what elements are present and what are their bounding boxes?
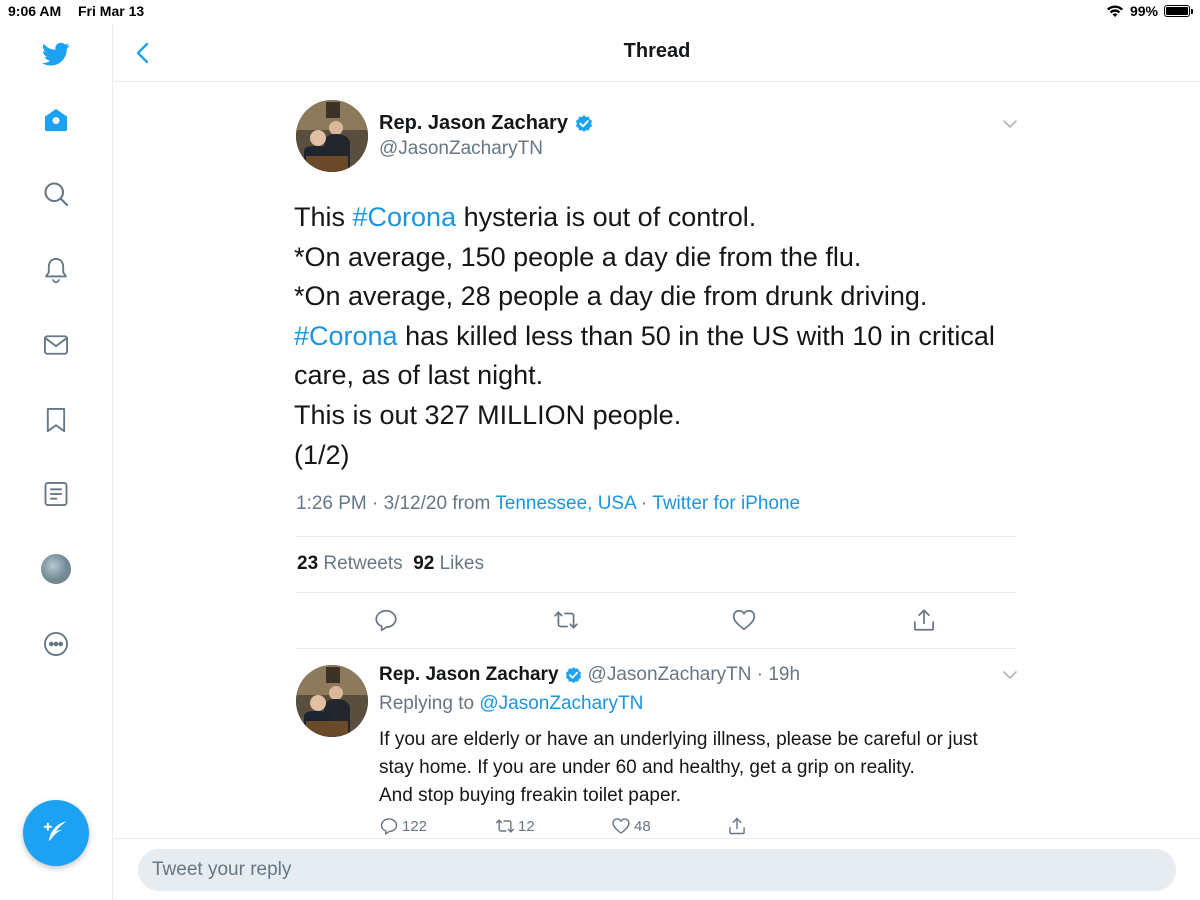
share-icon	[913, 609, 935, 631]
tweet-text-segment: This	[294, 202, 353, 232]
page-title: Thread	[623, 40, 691, 62]
verified-badge-icon	[565, 666, 581, 683]
reply-reply-button[interactable]: 122	[379, 816, 427, 836]
reply-composer-bar	[114, 838, 1200, 900]
author-avatar[interactable]	[296, 100, 368, 172]
chevron-down-icon[interactable]	[1000, 114, 1020, 134]
battery-icon	[1164, 5, 1193, 17]
replying-to-link[interactable]: @JasonZacharyTN	[479, 693, 643, 714]
twitter-logo-icon[interactable]	[38, 36, 74, 72]
sidebar	[0, 24, 113, 900]
chevron-down-icon[interactable]	[1000, 665, 1020, 685]
retweet-button[interactable]	[546, 600, 586, 640]
share-icon	[729, 817, 745, 835]
status-right: 99%	[1106, 3, 1193, 19]
tweet-stats: 23 Retweets 92 Likes	[297, 553, 484, 575]
reply-text: If you are elderly or have an underlying…	[379, 726, 1019, 810]
tweet-timestamp[interactable]: 1:26 PM · 3/12/20 from	[296, 493, 495, 514]
reply-line: stay home. If you are under 60 and healt…	[379, 757, 915, 778]
tweet-line: (1/2)	[294, 439, 350, 470]
tweet-line: This is out 327 MILLION people.	[294, 399, 682, 430]
mail-icon[interactable]	[38, 327, 74, 363]
more-icon[interactable]	[38, 626, 74, 662]
reply-actions: 122 12 48	[379, 816, 779, 840]
reply-line: And stop buying freakin toilet paper.	[379, 785, 682, 806]
reply-author-avatar[interactable]	[296, 665, 368, 737]
tweet-meta: 1:26 PM · 3/12/20 from Tennessee, USA · …	[296, 493, 800, 515]
reply-retweet-button[interactable]: 12	[495, 816, 535, 836]
battery-percent: 99%	[1129, 3, 1158, 19]
like-button[interactable]	[724, 600, 764, 640]
retweets-stat[interactable]: 23 Retweets	[297, 553, 403, 574]
retweets-label: Retweets	[318, 553, 403, 574]
tweet-line: This #Corona hysteria is out of control.	[294, 198, 1014, 238]
home-icon[interactable]	[38, 102, 74, 138]
retweet-count: 12	[518, 817, 535, 835]
divider	[296, 592, 1016, 593]
heart-icon	[732, 609, 756, 631]
tweet-text-segment: has killed less than 50 in the US with 1…	[397, 320, 995, 351]
likes-label: Likes	[434, 553, 484, 574]
tweet-line: #Corona has killed less than 50 in the U…	[294, 317, 1014, 357]
reply-count: 122	[402, 817, 428, 835]
status-bar: 9:06 AM Fri Mar 13 99%	[0, 0, 1200, 24]
source-link[interactable]: Twitter for iPhone	[652, 493, 800, 514]
retweet-icon	[554, 611, 578, 629]
lists-icon[interactable]	[38, 476, 74, 512]
tweet-line: care, as of last night.	[294, 360, 544, 391]
reply-like-button[interactable]: 48	[611, 816, 651, 836]
bell-icon[interactable]	[38, 252, 74, 288]
status-time: 9:06 AM	[8, 3, 62, 19]
author-name-text: Rep. Jason Zachary	[379, 112, 568, 134]
verified-badge-icon	[575, 114, 592, 132]
author-handle[interactable]: @JasonZacharyTN	[379, 138, 543, 160]
tweet-actions	[296, 600, 1016, 640]
status-date: Fri Mar 13	[78, 3, 145, 19]
profile-avatar[interactable]	[41, 554, 71, 584]
tweet-text-segment: hysteria is out of control.	[456, 202, 757, 232]
tweet-text: This #Corona hysteria is out of control.…	[294, 198, 1014, 475]
meta-separator: ·	[635, 493, 653, 514]
retweets-count: 23	[297, 553, 319, 574]
reply-author-name[interactable]: Rep. Jason Zachary	[379, 664, 559, 686]
likes-stat[interactable]: 92 Likes	[413, 553, 484, 574]
replying-to: Replying to @JasonZacharyTN	[379, 693, 643, 715]
retweet-icon	[495, 819, 515, 833]
tweet-line: *On average, 150 people a day die from t…	[294, 241, 862, 272]
reply-header: Rep. Jason Zachary @JasonZacharyTN · 19h	[379, 664, 800, 686]
thread-header: Thread	[114, 24, 1200, 82]
share-button[interactable]	[904, 600, 944, 640]
reply-icon	[380, 818, 398, 835]
search-icon[interactable]	[38, 176, 74, 212]
compose-tweet-button[interactable]	[23, 800, 89, 866]
divider	[296, 648, 1016, 649]
compose-tweet-icon	[43, 821, 67, 842]
likes-count: 92	[413, 553, 435, 574]
reply-button[interactable]	[366, 600, 406, 640]
location-link[interactable]: Tennessee, USA	[495, 493, 635, 514]
reply-author-handle[interactable]: @JasonZacharyTN · 19h	[588, 664, 801, 686]
heart-icon	[612, 818, 630, 834]
replying-to-label: Replying to	[379, 693, 480, 714]
wifi-icon	[1106, 5, 1123, 17]
bookmark-icon[interactable]	[38, 402, 74, 438]
hashtag-link[interactable]: #Corona	[294, 321, 398, 351]
reply-icon	[375, 609, 397, 632]
hashtag-link[interactable]: #Corona	[353, 202, 457, 232]
like-count: 48	[634, 817, 651, 835]
reply-line: If you are elderly or have an underlying…	[379, 729, 978, 750]
reply-share-button[interactable]	[727, 816, 747, 836]
divider	[296, 536, 1016, 537]
reply-input[interactable]	[138, 849, 1176, 891]
author-name[interactable]: Rep. Jason Zachary	[379, 112, 594, 135]
tweet-line: *On average, 28 people a day die from dr…	[294, 281, 928, 312]
